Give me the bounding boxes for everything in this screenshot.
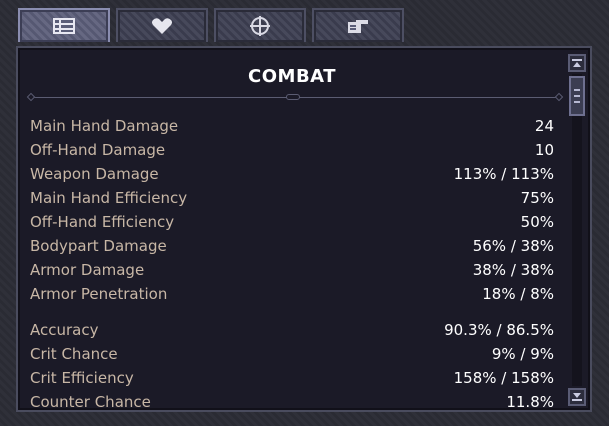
stats-panel: COMBAT Main Hand Damage 24 Off-Hand Dama… [16,46,592,412]
scroll-up-button[interactable] [568,54,586,72]
stat-label: Main Hand Efficiency [30,189,188,207]
tab-stats[interactable] [18,8,110,42]
heart-icon [152,18,172,34]
stat-row-crit-efficiency: Crit Efficiency 158% / 158% [30,366,554,390]
stat-value: 9% / 9% [491,345,554,363]
stat-label: Crit Chance [30,345,118,363]
crosshair-icon [250,16,270,36]
tab-combat[interactable] [214,8,306,42]
stat-label: Off-Hand Damage [30,141,166,159]
stat-row-crit-chance: Crit Chance 9% / 9% [30,342,554,366]
stat-value: 75% [520,189,554,207]
tab-bar [18,8,404,44]
stat-label: Main Hand Damage [30,117,179,135]
stat-value: 38% / 38% [472,261,554,279]
stat-row-off-hand-damage: Off-Hand Damage 10 [30,138,554,162]
stat-value: 18% / 8% [482,285,554,303]
stat-value: 10 [534,141,554,159]
pointing-hand-icon [348,20,368,33]
stat-row-weapon-damage: Weapon Damage 113% / 113% [30,162,554,186]
character-window: COMBAT Main Hand Damage 24 Off-Hand Dama… [0,0,609,426]
stat-value: 158% / 158% [453,369,554,387]
arrow-up-icon [572,59,582,67]
stat-row-armor-damage: Armor Damage 38% / 38% [30,258,554,282]
stat-label: Counter Chance [30,393,151,411]
tab-health[interactable] [116,8,208,42]
title-divider [26,92,564,102]
stat-value: 50% [520,213,554,231]
stat-label: Accuracy [30,321,99,339]
stat-label: Armor Damage [30,261,145,279]
arrow-down-icon [572,393,582,401]
stat-row-bodypart-damage: Bodypart Damage 56% / 38% [30,234,554,258]
stat-row-counter-chance: Counter Chance 11.8% [30,390,554,414]
scrollbar[interactable] [568,52,586,408]
stat-label: Crit Efficiency [30,369,134,387]
stat-value: 11.8% [506,393,554,411]
stat-label: Off-Hand Efficiency [30,213,175,231]
stat-row-armor-penetration: Armor Penetration 18% / 8% [30,282,554,306]
stat-value: 56% / 38% [472,237,554,255]
stat-label: Bodypart Damage [30,237,167,255]
scroll-track[interactable] [572,74,582,386]
stat-value: 113% / 113% [453,165,554,183]
stat-label: Weapon Damage [30,165,159,183]
tab-interaction[interactable] [312,8,404,42]
stat-row-main-hand-efficiency: Main Hand Efficiency 75% [30,186,554,210]
stat-row-accuracy: Accuracy 90.3% / 86.5% [30,318,554,342]
scroll-thumb[interactable] [569,76,585,116]
list-icon [53,18,75,34]
panel-title: COMBAT [248,66,336,87]
stats-list: Main Hand Damage 24 Off-Hand Damage 10 W… [30,114,554,414]
stat-label: Armor Penetration [30,285,168,303]
stat-value: 24 [534,117,554,135]
stat-row-main-hand-damage: Main Hand Damage 24 [30,114,554,138]
stat-row-off-hand-efficiency: Off-Hand Efficiency 50% [30,210,554,234]
stat-value: 90.3% / 86.5% [444,321,554,339]
scroll-down-button[interactable] [568,388,586,406]
